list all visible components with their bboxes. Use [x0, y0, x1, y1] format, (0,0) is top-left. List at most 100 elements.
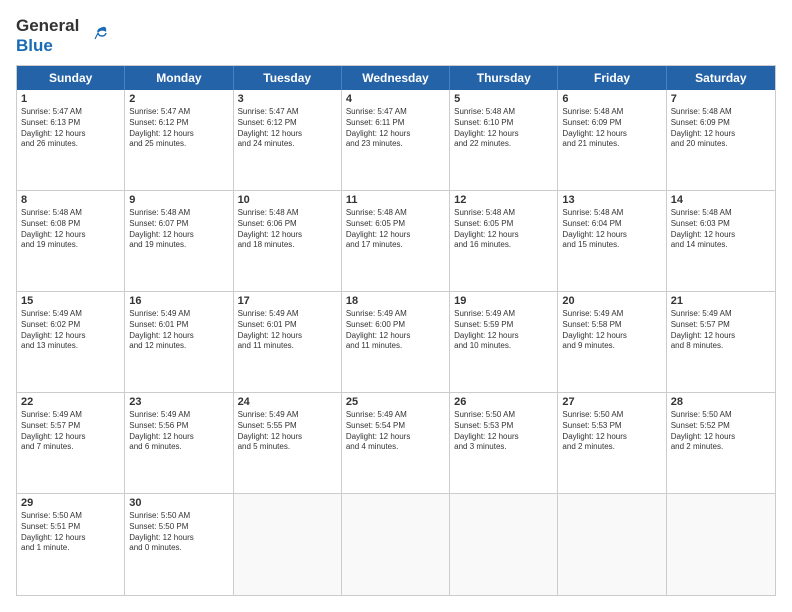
day-info: Sunrise: 5:47 AM Sunset: 6:11 PM Dayligh…	[346, 107, 445, 150]
day-number: 2	[129, 93, 228, 105]
day-9: 9 Sunrise: 5:48 AM Sunset: 6:07 PM Daylig…	[125, 191, 233, 291]
day-number: 20	[562, 295, 661, 307]
day-info: Sunrise: 5:48 AM Sunset: 6:04 PM Dayligh…	[562, 208, 661, 251]
week-3: 15 Sunrise: 5:49 AM Sunset: 6:02 PM Dayli…	[17, 292, 775, 393]
day-number: 1	[21, 93, 120, 105]
day-number: 7	[671, 93, 771, 105]
day-number: 27	[562, 396, 661, 408]
day-info: Sunrise: 5:49 AM Sunset: 6:00 PM Dayligh…	[346, 309, 445, 352]
day-number: 30	[129, 497, 228, 509]
empty-cell	[234, 494, 342, 595]
day-info: Sunrise: 5:50 AM Sunset: 5:53 PM Dayligh…	[454, 410, 553, 453]
header-saturday: Saturday	[667, 66, 775, 90]
day-info: Sunrise: 5:49 AM Sunset: 5:58 PM Dayligh…	[562, 309, 661, 352]
day-28: 28 Sunrise: 5:50 AM Sunset: 5:52 PM Dayli…	[667, 393, 775, 493]
calendar-body: 1 Sunrise: 5:47 AM Sunset: 6:13 PM Daylig…	[17, 90, 775, 595]
day-info: Sunrise: 5:48 AM Sunset: 6:05 PM Dayligh…	[346, 208, 445, 251]
day-4: 4 Sunrise: 5:47 AM Sunset: 6:11 PM Daylig…	[342, 90, 450, 190]
day-number: 18	[346, 295, 445, 307]
empty-cell	[342, 494, 450, 595]
logo: General Blue	[16, 16, 107, 55]
day-number: 5	[454, 93, 553, 105]
header-friday: Friday	[558, 66, 666, 90]
day-info: Sunrise: 5:50 AM Sunset: 5:53 PM Dayligh…	[562, 410, 661, 453]
day-29: 29 Sunrise: 5:50 AM Sunset: 5:51 PM Dayli…	[17, 494, 125, 595]
logo-general: General	[16, 16, 79, 36]
day-number: 24	[238, 396, 337, 408]
day-7: 7 Sunrise: 5:48 AM Sunset: 6:09 PM Daylig…	[667, 90, 775, 190]
day-info: Sunrise: 5:47 AM Sunset: 6:12 PM Dayligh…	[129, 107, 228, 150]
day-3: 3Sunrise: 5:47 AM Sunset: 6:12 PM Daylig…	[234, 90, 342, 190]
day-info: Sunrise: 5:50 AM Sunset: 5:50 PM Dayligh…	[129, 511, 228, 554]
day-25: 25Sunrise: 5:49 AM Sunset: 5:54 PM Dayli…	[342, 393, 450, 493]
day-info: Sunrise: 5:50 AM Sunset: 5:51 PM Dayligh…	[21, 511, 120, 554]
day-info: Sunrise: 5:49 AM Sunset: 5:56 PM Dayligh…	[129, 410, 228, 453]
day-number: 19	[454, 295, 553, 307]
day-number: 4	[346, 93, 445, 105]
bird-icon	[81, 25, 107, 47]
day-number: 21	[671, 295, 771, 307]
day-info: Sunrise: 5:50 AM Sunset: 5:52 PM Dayligh…	[671, 410, 771, 453]
day-20: 20 Sunrise: 5:49 AM Sunset: 5:58 PM Dayli…	[558, 292, 666, 392]
day-23: 23Sunrise: 5:49 AM Sunset: 5:56 PM Dayli…	[125, 393, 233, 493]
day-info: Sunrise: 5:48 AM Sunset: 6:05 PM Dayligh…	[454, 208, 553, 251]
day-info: Sunrise: 5:48 AM Sunset: 6:07 PM Dayligh…	[129, 208, 228, 251]
day-22: 22Sunrise: 5:49 AM Sunset: 5:57 PM Dayli…	[17, 393, 125, 493]
day-6: 6 Sunrise: 5:48 AM Sunset: 6:09 PM Daylig…	[558, 90, 666, 190]
day-info: Sunrise: 5:49 AM Sunset: 6:01 PM Dayligh…	[129, 309, 228, 352]
day-19: 19 Sunrise: 5:49 AM Sunset: 5:59 PM Dayli…	[450, 292, 558, 392]
day-number: 29	[21, 497, 120, 509]
day-2: 2 Sunrise: 5:47 AM Sunset: 6:12 PM Daylig…	[125, 90, 233, 190]
week-4: 22Sunrise: 5:49 AM Sunset: 5:57 PM Dayli…	[17, 393, 775, 494]
day-number: 22	[21, 396, 120, 408]
logo-blue: Blue	[16, 36, 79, 56]
day-info: Sunrise: 5:48 AM Sunset: 6:09 PM Dayligh…	[562, 107, 661, 150]
day-number: 15	[21, 295, 120, 307]
day-8: 8Sunrise: 5:48 AM Sunset: 6:08 PM Daylig…	[17, 191, 125, 291]
day-18: 18 Sunrise: 5:49 AM Sunset: 6:00 PM Dayli…	[342, 292, 450, 392]
empty-cell	[667, 494, 775, 595]
day-number: 11	[346, 194, 445, 206]
day-number: 28	[671, 396, 771, 408]
day-number: 6	[562, 93, 661, 105]
day-info: Sunrise: 5:48 AM Sunset: 6:08 PM Dayligh…	[21, 208, 120, 251]
day-13: 13 Sunrise: 5:48 AM Sunset: 6:04 PM Dayli…	[558, 191, 666, 291]
day-30: 30 Sunrise: 5:50 AM Sunset: 5:50 PM Dayli…	[125, 494, 233, 595]
day-12: 12 Sunrise: 5:48 AM Sunset: 6:05 PM Dayli…	[450, 191, 558, 291]
day-info: Sunrise: 5:48 AM Sunset: 6:03 PM Dayligh…	[671, 208, 771, 251]
day-number: 9	[129, 194, 228, 206]
day-10: 10Sunrise: 5:48 AM Sunset: 6:06 PM Dayli…	[234, 191, 342, 291]
day-number: 13	[562, 194, 661, 206]
day-info: Sunrise: 5:49 AM Sunset: 5:59 PM Dayligh…	[454, 309, 553, 352]
day-21: 21 Sunrise: 5:49 AM Sunset: 5:57 PM Dayli…	[667, 292, 775, 392]
day-info: Sunrise: 5:49 AM Sunset: 6:01 PM Dayligh…	[238, 309, 337, 352]
day-number: 17	[238, 295, 337, 307]
day-11: 11 Sunrise: 5:48 AM Sunset: 6:05 PM Dayli…	[342, 191, 450, 291]
day-info: Sunrise: 5:49 AM Sunset: 5:54 PM Dayligh…	[346, 410, 445, 453]
day-number: 12	[454, 194, 553, 206]
day-info: Sunrise: 5:47 AM Sunset: 6:13 PM Dayligh…	[21, 107, 120, 150]
day-26: 26 Sunrise: 5:50 AM Sunset: 5:53 PM Dayli…	[450, 393, 558, 493]
calendar: Sunday Monday Tuesday Wednesday Thursday…	[16, 65, 776, 596]
day-info: Sunrise: 5:49 AM Sunset: 5:55 PM Dayligh…	[238, 410, 337, 453]
header: General Blue	[16, 16, 776, 55]
empty-cell	[450, 494, 558, 595]
day-16: 16Sunrise: 5:49 AM Sunset: 6:01 PM Dayli…	[125, 292, 233, 392]
day-number: 26	[454, 396, 553, 408]
header-tuesday: Tuesday	[234, 66, 342, 90]
day-info: Sunrise: 5:49 AM Sunset: 6:02 PM Dayligh…	[21, 309, 120, 352]
day-27: 27 Sunrise: 5:50 AM Sunset: 5:53 PM Dayli…	[558, 393, 666, 493]
empty-cell	[558, 494, 666, 595]
day-14: 14 Sunrise: 5:48 AM Sunset: 6:03 PM Dayli…	[667, 191, 775, 291]
day-info: Sunrise: 5:48 AM Sunset: 6:09 PM Dayligh…	[671, 107, 771, 150]
day-24: 24 Sunrise: 5:49 AM Sunset: 5:55 PM Dayli…	[234, 393, 342, 493]
week-2: 8Sunrise: 5:48 AM Sunset: 6:08 PM Daylig…	[17, 191, 775, 292]
day-17: 17 Sunrise: 5:49 AM Sunset: 6:01 PM Dayli…	[234, 292, 342, 392]
header-wednesday: Wednesday	[342, 66, 450, 90]
page: General Blue Sunday Monday Tuesday Wedne…	[0, 0, 792, 612]
day-info: Sunrise: 5:49 AM Sunset: 5:57 PM Dayligh…	[671, 309, 771, 352]
day-number: 14	[671, 194, 771, 206]
week-5: 29 Sunrise: 5:50 AM Sunset: 5:51 PM Dayli…	[17, 494, 775, 595]
day-5: 5Sunrise: 5:48 AM Sunset: 6:10 PM Daylig…	[450, 90, 558, 190]
day-number: 3	[238, 93, 337, 105]
